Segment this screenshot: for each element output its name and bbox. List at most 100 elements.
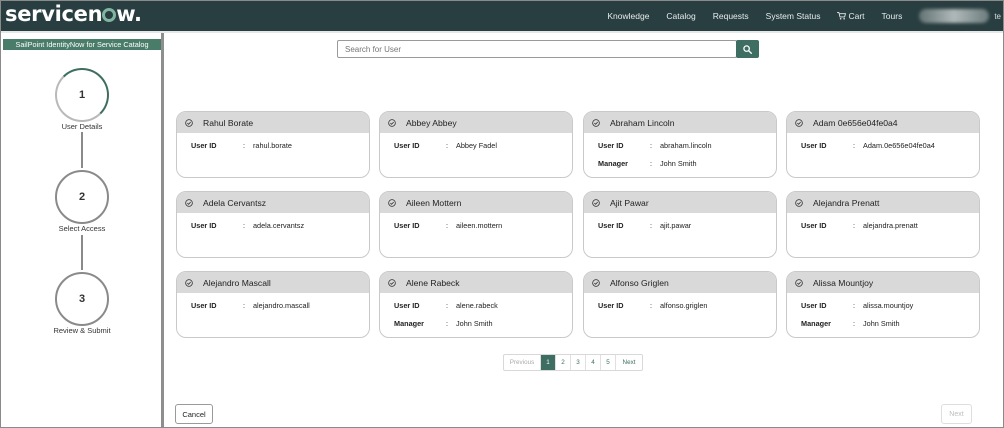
step-connector [81,132,83,168]
user-id-row-value: alejandra.prenatt [863,221,918,230]
pagination-page-2[interactable]: 2 [556,355,571,370]
check-circle-icon[interactable] [592,198,600,207]
user-id-row-value: ajit.pawar [660,221,692,230]
step-2-circle[interactable]: 2 [55,170,109,224]
separator-colon: : [853,301,856,310]
user-card-header[interactable]: Alejandro Mascall [177,272,369,293]
pagination-page-3[interactable]: 3 [571,355,586,370]
separator-colon: : [650,141,653,150]
separator-colon: : [853,141,856,150]
search-input[interactable] [337,40,737,58]
manager-row: Manager: John Smith [787,315,979,333]
step-1-number: 1 [78,89,86,101]
check-circle-icon[interactable] [185,278,193,287]
step-3-label: Review & Submit [53,326,111,335]
check-circle-icon[interactable] [592,278,600,287]
user-card-header[interactable]: Abraham Lincoln [584,112,776,133]
user-id-row-value: abraham.lincoln [660,141,712,150]
user-avatar-blurred[interactable] [919,9,990,23]
nav-tours[interactable]: Tours [882,11,903,21]
user-id-row-label: User ID [801,301,827,310]
top-nav: Knowledge Catalog Requests System Status… [607,1,1003,31]
user-card-name: Alejandro Mascall [203,277,271,288]
user-card[interactable]: Alene Rabeck User ID: alene.rabeck Manager:… [379,271,573,338]
pagination-previous[interactable]: Previous [504,355,541,370]
user-id-row-value: Abbey Fadel [456,141,497,150]
pagination-page-1[interactable]: 1 [541,355,556,370]
user-card[interactable]: Adam 0e656e04fe0a4 User ID: Adam.0e656e04f… [786,111,980,178]
check-circle-icon[interactable] [388,278,396,287]
manager-row-label: Manager [801,319,832,328]
sidebar-title: SailPoint IdentityNow for Service Catalo… [3,39,161,50]
user-card[interactable]: Alejandro Mascall User ID: alejandro.masca… [176,271,370,338]
nav-system-status[interactable]: System Status [766,11,821,21]
user-card-name: Alejandra Prenatt [813,197,880,208]
user-id-row: User ID: adela.cervantsz [177,217,369,235]
check-circle-icon[interactable] [388,118,396,127]
user-card[interactable]: Abbey Abbey User ID: Abbey Fadel [379,111,573,178]
user-id-row: User ID: alejandra.prenatt [787,217,979,235]
user-name-fragment[interactable]: te [994,12,1001,21]
step-3-number: 3 [78,293,86,305]
servicenow-logo[interactable]: servicen w. [5,2,142,26]
pagination-next[interactable]: Next [616,355,642,370]
user-id-row-value: alissa.mountjoy [863,301,914,310]
user-id-row: User ID: Abbey Fadel [380,137,572,155]
search-icon [743,44,752,54]
user-card[interactable]: Abraham Lincoln User ID: abraham.lincoln Ma… [583,111,777,178]
nav-requests[interactable]: Requests [713,11,749,21]
manager-row: Manager: John Smith [584,155,776,173]
step-3-circle[interactable]: 3 [55,272,109,326]
separator-colon: : [446,301,449,310]
user-id-row-value: alfonso.griglen [660,301,708,310]
check-circle-icon[interactable] [795,118,803,127]
pagination-page-4[interactable]: 4 [586,355,601,370]
check-circle-icon[interactable] [795,278,803,287]
next-button[interactable]: Next [941,404,972,424]
user-card[interactable]: Alfonso Griglen User ID: alfonso.griglen [583,271,777,338]
user-card-header[interactable]: Alene Rabeck [380,272,572,293]
user-card-name: Alissa Mountjoy [813,277,874,288]
user-id-row-value: alene.rabeck [456,301,498,310]
user-card[interactable]: Alissa Mountjoy User ID: alissa.mountjoy Ma… [786,271,980,338]
check-circle-icon[interactable] [185,198,193,207]
user-id-row: User ID: alene.rabeck [380,297,572,315]
user-id-row-label: User ID [801,141,827,150]
user-card-header[interactable]: Rahul Borate [177,112,369,133]
nav-knowledge[interactable]: Knowledge [607,11,649,21]
user-card-header[interactable]: Alfonso Griglen [584,272,776,293]
step-1-circle[interactable]: 1 [55,68,109,122]
user-id-row-label: User ID [598,221,624,230]
user-id-row-value: rahul.borate [253,141,292,150]
check-circle-icon[interactable] [388,198,396,207]
user-card[interactable]: Alejandra Prenatt User ID: alejandra.prena… [786,191,980,258]
user-card[interactable]: Aileen Mottern User ID: aileen.mottern [379,191,573,258]
user-card-header[interactable]: Alejandra Prenatt [787,192,979,213]
check-circle-icon[interactable] [185,118,193,127]
separator-colon: : [650,221,653,230]
user-card-header[interactable]: Aileen Mottern [380,192,572,213]
nav-catalog[interactable]: Catalog [666,11,695,21]
user-card-name: Abbey Abbey [406,117,457,128]
user-card-name: Alfonso Griglen [610,277,669,288]
user-card-header[interactable]: Ajit Pawar [584,192,776,213]
user-card-name: Abraham Lincoln [610,117,675,128]
user-card-name: Ajit Pawar [610,197,649,208]
nav-cart[interactable]: Cart [837,11,865,21]
separator-colon: : [446,319,449,328]
user-card-header[interactable]: Abbey Abbey [380,112,572,133]
user-card-header[interactable]: Alissa Mountjoy [787,272,979,293]
user-id-row-value: alejandro.mascall [253,301,310,310]
check-circle-icon[interactable] [795,198,803,207]
search-button[interactable] [736,40,759,58]
cancel-button[interactable]: Cancel [175,404,213,424]
user-card-header[interactable]: Adela Cervantsz [177,192,369,213]
user-card[interactable]: Adela Cervantsz User ID: adela.cervantsz [176,191,370,258]
user-card[interactable]: Ajit Pawar User ID: ajit.pawar [583,191,777,258]
pagination-page-5[interactable]: 5 [601,355,616,370]
separator-colon: : [853,221,856,230]
user-card[interactable]: Rahul Borate User ID: rahul.borate [176,111,370,178]
manager-row-value: John Smith [863,319,900,328]
check-circle-icon[interactable] [592,118,600,127]
user-card-header[interactable]: Adam 0e656e04fe0a4 [787,112,979,133]
